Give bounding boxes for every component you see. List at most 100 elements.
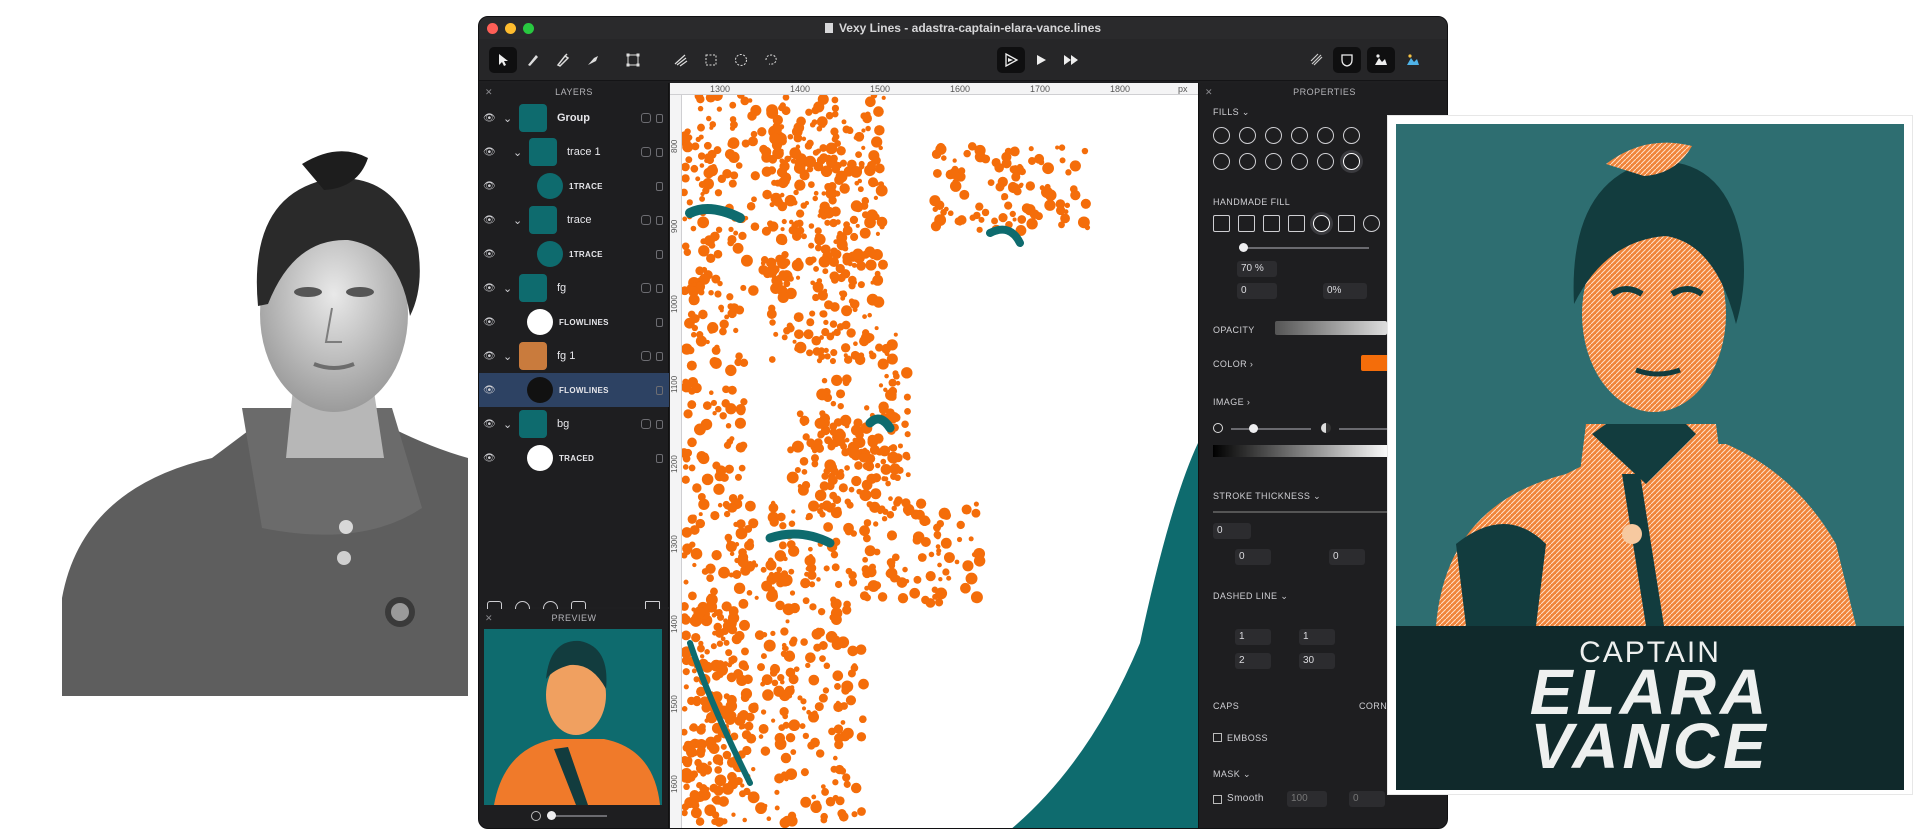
lock-icon[interactable]: [656, 385, 663, 395]
lasso-select-tool-button[interactable]: [757, 47, 785, 73]
fill-type-icon[interactable]: [1317, 153, 1334, 170]
lock-icon[interactable]: [656, 147, 663, 157]
lock-icon[interactable]: [656, 113, 663, 123]
eye-icon[interactable]: 👁: [483, 215, 497, 226]
thickness-max-field[interactable]: 0: [1329, 549, 1365, 565]
fills-section-label[interactable]: FILLS ⌄: [1213, 107, 1250, 118]
fill-type-icon[interactable]: [1343, 127, 1360, 144]
lock-icon[interactable]: [656, 453, 663, 463]
eye-icon[interactable]: 👁: [483, 147, 497, 158]
fill-type-icon[interactable]: [1265, 127, 1282, 144]
link-icon[interactable]: [641, 283, 651, 293]
gap-length-field[interactable]: 1: [1299, 629, 1335, 645]
fill-type-icon-selected[interactable]: [1343, 153, 1360, 170]
lines-view-button[interactable]: [1303, 47, 1331, 73]
eye-icon[interactable]: 👁: [483, 385, 497, 396]
brush-pen-tool-button[interactable]: [549, 47, 577, 73]
color-label[interactable]: COLOR ›: [1213, 359, 1253, 369]
shift-field[interactable]: 0%: [1323, 283, 1367, 299]
emboss-checkbox[interactable]: [1213, 733, 1222, 742]
fill-type-icon[interactable]: [1291, 127, 1308, 144]
thickness-field[interactable]: 0: [1213, 523, 1251, 539]
eye-icon[interactable]: 👁: [483, 283, 497, 294]
fast-forward-button[interactable]: [1057, 47, 1085, 73]
percent-field[interactable]: 70 %: [1237, 261, 1277, 277]
fill-type-icon[interactable]: [1213, 127, 1230, 144]
spacing-knob[interactable]: [1239, 243, 1248, 252]
handmade-fill-tool-button[interactable]: [667, 47, 695, 73]
lock-icon[interactable]: [656, 351, 663, 361]
smooth-field[interactable]: 100: [1287, 791, 1327, 807]
fill-type-icon[interactable]: [1265, 153, 1282, 170]
render-button[interactable]: [997, 47, 1025, 73]
image-label[interactable]: IMAGE ›: [1213, 397, 1250, 407]
mask-label[interactable]: MASK ⌄: [1213, 769, 1251, 780]
spacing-slider[interactable]: [1239, 247, 1369, 249]
color-swatch[interactable]: [1361, 355, 1391, 371]
fill-type-icon[interactable]: [1317, 127, 1334, 144]
eye-icon[interactable]: 👁: [483, 419, 497, 430]
dash-count-field[interactable]: 2: [1235, 653, 1271, 669]
lock-icon[interactable]: [656, 215, 663, 225]
ellipse-select-tool-button[interactable]: [727, 47, 755, 73]
play-button[interactable]: [1027, 47, 1055, 73]
lock-icon[interactable]: [656, 181, 663, 191]
handmade-type-icon[interactable]: [1288, 215, 1305, 232]
eye-icon[interactable]: 👁: [483, 351, 497, 362]
handmade-type-icon[interactable]: [1363, 215, 1380, 232]
select-arrow-tool-button[interactable]: [489, 47, 517, 73]
dash-length-field[interactable]: 1: [1235, 629, 1271, 645]
layer-row[interactable]: 👁 ⌄ bg: [479, 407, 669, 441]
close-panel-icon[interactable]: ✕: [1205, 83, 1213, 101]
shield-view-button[interactable]: [1333, 47, 1361, 73]
layer-row[interactable]: 👁 ⌄ trace: [479, 203, 669, 237]
link-icon[interactable]: [641, 215, 651, 225]
canvas[interactable]: 1300 1400 1500 1600 1700 1800 px 800 900…: [670, 83, 1198, 828]
handmade-type-icon[interactable]: [1263, 215, 1280, 232]
contrast-slider[interactable]: [1339, 428, 1389, 430]
fill-type-icon[interactable]: [1213, 153, 1230, 170]
lock-icon[interactable]: [656, 419, 663, 429]
chevron-down-icon[interactable]: ⌄: [503, 418, 512, 431]
eye-icon[interactable]: 👁: [483, 249, 497, 260]
brightness-slider[interactable]: [1231, 428, 1311, 430]
layer-row[interactable]: 👁 ⌄ fg: [479, 271, 669, 305]
transform-tool-button[interactable]: [619, 47, 647, 73]
link-icon[interactable]: [641, 147, 651, 157]
rect-select-tool-button[interactable]: [697, 47, 725, 73]
link-icon[interactable]: [641, 113, 651, 123]
fill-type-icon[interactable]: [1239, 153, 1256, 170]
smooth-checkbox[interactable]: [1213, 795, 1222, 804]
lock-icon[interactable]: [656, 317, 663, 327]
split-view-button[interactable]: [1367, 47, 1395, 73]
drop-field[interactable]: 0: [1237, 283, 1277, 299]
eye-icon[interactable]: 👁: [483, 453, 497, 464]
eye-icon[interactable]: 👁: [483, 317, 497, 328]
preview-zoom-slider[interactable]: [531, 809, 611, 823]
handmade-type-icon[interactable]: [1213, 215, 1230, 232]
dashed-line-label[interactable]: DASHED LINE ⌄: [1213, 591, 1288, 602]
handmade-type-icon-selected[interactable]: [1313, 215, 1330, 232]
stroke-thickness-label[interactable]: STROKE THICKNESS ⌄: [1213, 491, 1321, 502]
layer-row[interactable]: 👁 ⌄ trace 1: [479, 135, 669, 169]
levels-gradient[interactable]: [1213, 445, 1391, 457]
dash-offset-field[interactable]: 30: [1299, 653, 1335, 669]
layer-row-selected[interactable]: 👁 FLOWLINES: [479, 373, 669, 407]
chevron-down-icon[interactable]: ⌄: [503, 282, 512, 295]
handmade-type-icon[interactable]: [1338, 215, 1355, 232]
fill-type-icon[interactable]: [1239, 127, 1256, 144]
close-panel-icon[interactable]: ✕: [485, 609, 493, 627]
layer-row[interactable]: 👁 ⌄ fg 1: [479, 339, 669, 373]
layer-row[interactable]: 👁 TRACED: [479, 441, 669, 475]
lock-icon[interactable]: [656, 249, 663, 259]
eye-icon[interactable]: 👁: [483, 113, 497, 124]
chevron-down-icon[interactable]: ⌄: [513, 214, 522, 227]
layer-row[interactable]: 👁 1TRACE: [479, 237, 669, 271]
thickness-min-field[interactable]: 0: [1235, 549, 1271, 565]
layer-row[interactable]: 👁 FLOWLINES: [479, 305, 669, 339]
image-view-button[interactable]: [1399, 47, 1427, 73]
thickness-slider[interactable]: [1213, 511, 1391, 513]
link-icon[interactable]: [641, 351, 651, 361]
eye-icon[interactable]: 👁: [483, 181, 497, 192]
pen-tool-button[interactable]: [519, 47, 547, 73]
